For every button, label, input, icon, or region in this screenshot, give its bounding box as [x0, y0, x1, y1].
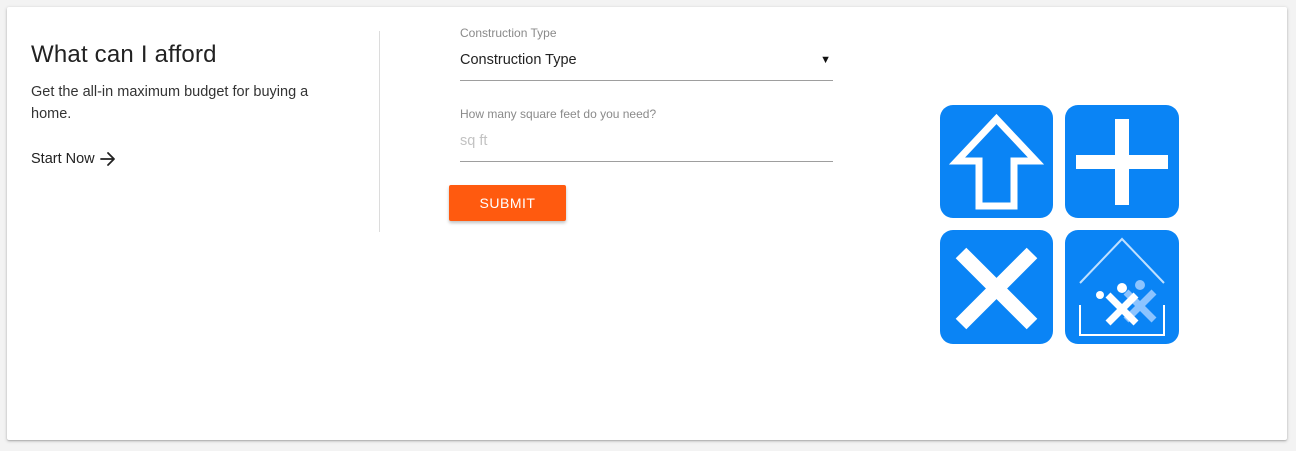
construction-type-label: Construction Type	[460, 26, 557, 40]
arrow-right-icon	[99, 150, 117, 168]
square-feet-label: How many square feet do you need?	[460, 107, 657, 121]
start-now-label: Start Now	[31, 151, 95, 167]
square-feet-field: How many square feet do you need?	[460, 107, 833, 162]
page-description: Get the all-in maximum budget for buying…	[31, 84, 309, 122]
section-divider	[379, 31, 380, 232]
calculator-card: What can I afford Get the all-in maximum…	[7, 7, 1287, 440]
intro-section: What can I afford Get the all-in maximum…	[31, 41, 351, 125]
construction-type-selected-value: Construction Type	[460, 52, 577, 68]
submit-button[interactable]: SUBMIT	[449, 185, 566, 221]
square-feet-input[interactable]	[460, 131, 833, 162]
caret-down-icon: ▼	[820, 54, 831, 66]
page-title: What can I afford	[31, 41, 217, 68]
calculator-house-logo	[940, 105, 1180, 345]
construction-type-select[interactable]: Construction Type ▼	[460, 50, 833, 81]
start-now-link[interactable]: Start Now	[31, 150, 117, 168]
construction-type-field: Construction Type Construction Type ▼	[460, 26, 833, 81]
